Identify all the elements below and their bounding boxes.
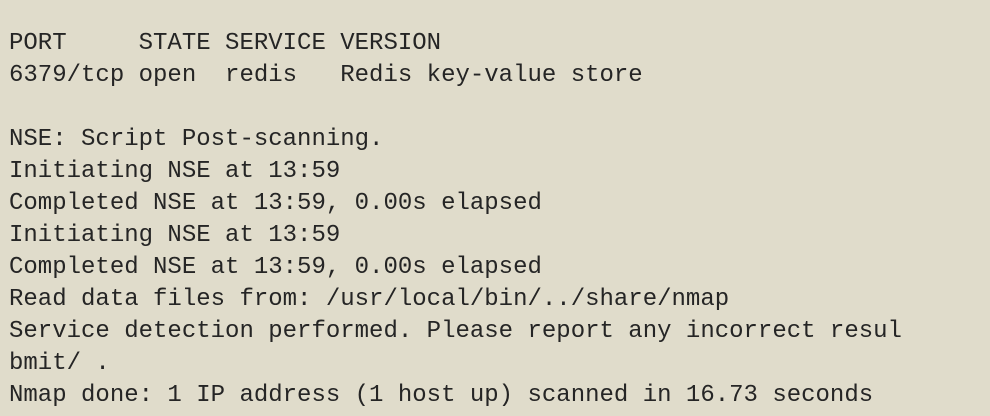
port-table-row: 6379/tcp open redis Redis key-value stor… bbox=[9, 62, 643, 89]
data-files-line: Read data files from: /usr/local/bin/../… bbox=[9, 286, 730, 313]
nmap-done-line: Nmap done: 1 IP address (1 host up) scan… bbox=[9, 382, 874, 409]
nse-initiating-line: Initiating NSE at 13:59 bbox=[9, 222, 341, 249]
nse-post-scanning-line: NSE: Script Post-scanning. bbox=[9, 126, 384, 153]
service-detection-line: Service detection performed. Please repo… bbox=[9, 318, 902, 345]
terminal-output: PORT STATE SERVICE VERSION 6379/tcp open… bbox=[0, 0, 990, 416]
nse-completed-line: Completed NSE at 13:59, 0.00s elapsed bbox=[9, 190, 542, 217]
service-detection-wrap-line: bmit/ . bbox=[9, 350, 110, 377]
port-table-header: PORT STATE SERVICE VERSION bbox=[9, 30, 442, 57]
nse-completed-line: Completed NSE at 13:59, 0.00s elapsed bbox=[9, 254, 542, 281]
nse-initiating-line: Initiating NSE at 13:59 bbox=[9, 158, 341, 185]
